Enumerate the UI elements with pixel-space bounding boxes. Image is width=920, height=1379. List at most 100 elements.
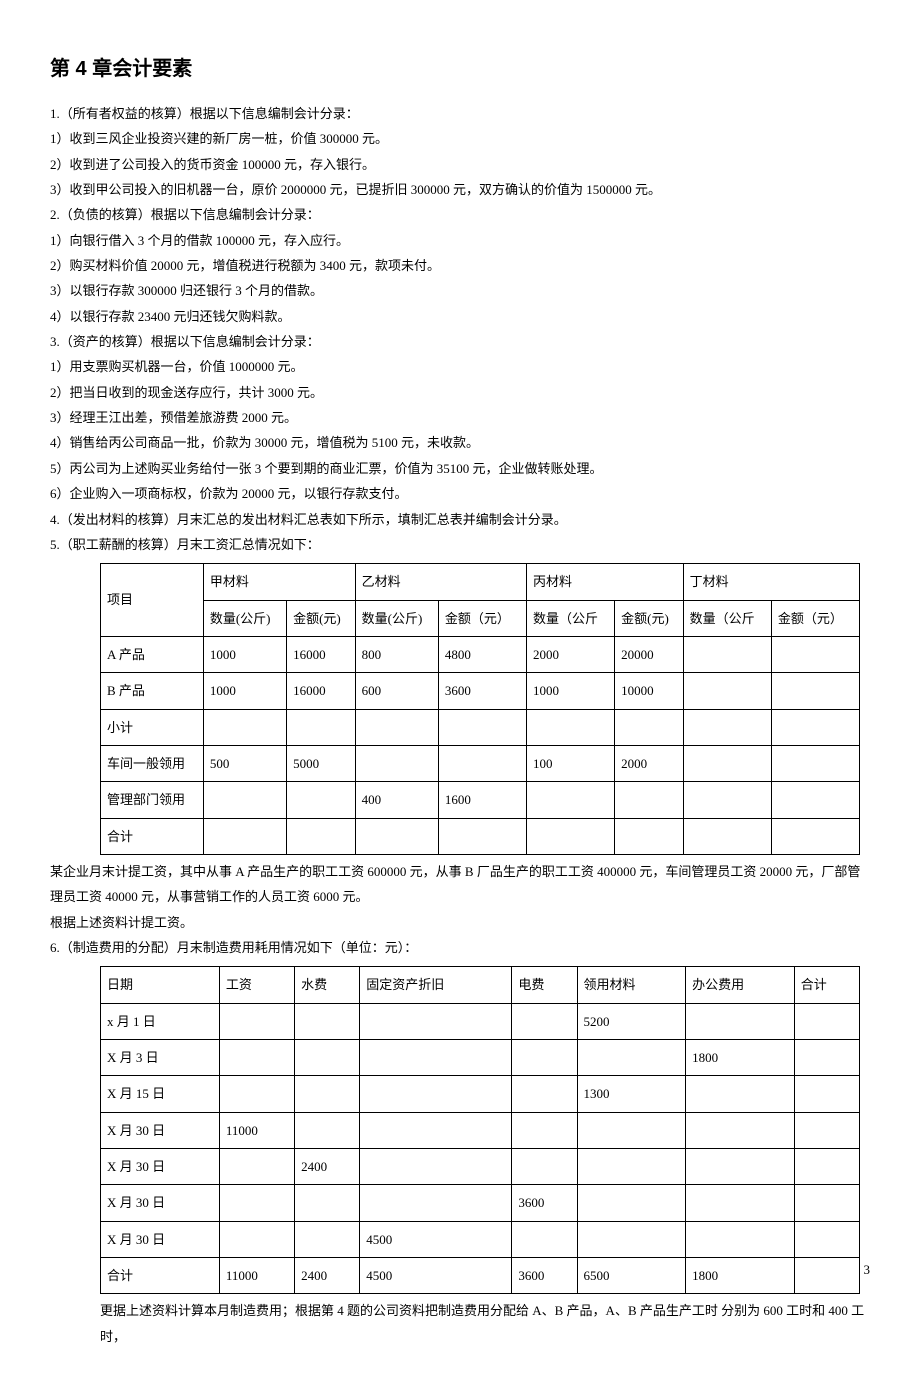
cell	[219, 1040, 294, 1076]
cell: X 月 30 日	[101, 1221, 220, 1257]
cell: 1600	[438, 782, 526, 818]
cell: 合计	[101, 1258, 220, 1294]
body-paragraph: 某企业月末计提工资，其中从事 A 产品生产的职工工资 600000 元，从事 B…	[50, 859, 870, 910]
cell	[615, 709, 684, 745]
cell	[287, 782, 356, 818]
cell: 1000	[203, 673, 286, 709]
cell	[203, 709, 286, 745]
cell	[686, 1185, 795, 1221]
cell: 2400	[295, 1258, 360, 1294]
body-paragraph: 1）向银行借入 3 个月的借款 100000 元，存入应行。	[50, 228, 870, 253]
group-yi: 乙材料	[355, 564, 526, 600]
expense-table: 日期工资水费固定资产折旧电费领用材料办公费用合计 x 月 1 日5200X 月 …	[100, 966, 860, 1294]
cell	[683, 636, 771, 672]
cell	[203, 818, 286, 854]
cell: 10000	[615, 673, 684, 709]
table-row: X 月 3 日 1800	[101, 1040, 860, 1076]
cell: 1000	[526, 673, 614, 709]
body-paragraph: 3）以银行存款 300000 归还银行 3 个月的借款。	[50, 278, 870, 303]
cell: X 月 30 日	[101, 1112, 220, 1148]
body-paragraph: 5）丙公司为上述购买业务给付一张 3 个要到期的商业汇票，价值为 35100 元…	[50, 456, 870, 481]
cell: 4500	[360, 1221, 512, 1257]
body-paragraph: 1.（所有者权益的核算）根据以下信息编制会计分录：	[50, 101, 870, 126]
body-paragraph: 3）收到甲公司投入的旧机器一台，原价 2000000 元，已提折旧 300000…	[50, 177, 870, 202]
cell	[683, 745, 771, 781]
cell	[219, 1221, 294, 1257]
cell: 3600	[512, 1258, 577, 1294]
chapter-heading: 第 4 章会计要素	[50, 50, 870, 89]
cell	[295, 1221, 360, 1257]
cell	[355, 745, 438, 781]
table-row: 合计1100024004500360065001800	[101, 1258, 860, 1294]
cell	[438, 709, 526, 745]
cell: 600	[355, 673, 438, 709]
cell	[615, 818, 684, 854]
cell	[771, 709, 859, 745]
cell: 5200	[577, 1003, 686, 1039]
cell	[203, 782, 286, 818]
body-paragraph: 5.（职工薪酬的核算）月末工资汇总情况如下：	[50, 532, 870, 557]
cell: X 月 3 日	[101, 1040, 220, 1076]
column-header: 固定资产折旧	[360, 967, 512, 1003]
cell: 5000	[287, 745, 356, 781]
table-row: X 月 30 日 4500	[101, 1221, 860, 1257]
cell: 400	[355, 782, 438, 818]
cell	[771, 782, 859, 818]
cell	[794, 1076, 859, 1112]
body-paragraph: 4.（发出材料的核算）月末汇总的发出材料汇总表如下所示，填制汇总表并编制会计分录…	[50, 507, 870, 532]
col-item: 项目	[101, 564, 204, 637]
cell: 2400	[295, 1149, 360, 1185]
cell: 1800	[686, 1040, 795, 1076]
cell: 11000	[219, 1258, 294, 1294]
page-number: 3	[864, 1257, 871, 1282]
cell	[686, 1076, 795, 1112]
cell: 4500	[360, 1258, 512, 1294]
group-jia: 甲材料	[203, 564, 355, 600]
table-row: x 月 1 日 5200	[101, 1003, 860, 1039]
cell	[683, 709, 771, 745]
body-paragraph: 4）销售给丙公司商品一批，价款为 30000 元，增值税为 5100 元，未收款…	[50, 430, 870, 455]
column-header: 办公费用	[686, 967, 795, 1003]
cell	[438, 818, 526, 854]
body-paragraph: 2）收到进了公司投入的货币资金 100000 元，存入银行。	[50, 152, 870, 177]
cell	[683, 782, 771, 818]
cell: 3600	[438, 673, 526, 709]
cell	[577, 1149, 686, 1185]
cell	[287, 818, 356, 854]
cell: 800	[355, 636, 438, 672]
cell	[512, 1003, 577, 1039]
cell: 1300	[577, 1076, 686, 1112]
body-paragraph: 3）经理王江出差，预借差旅游费 2000 元。	[50, 405, 870, 430]
cell	[360, 1076, 512, 1112]
cell: 20000	[615, 636, 684, 672]
cell	[683, 818, 771, 854]
column-header: 日期	[101, 967, 220, 1003]
row-label: A 产品	[101, 636, 204, 672]
body-paragraph: 2.（负债的核算）根据以下信息编制会计分录：	[50, 202, 870, 227]
group-ding: 丁材料	[683, 564, 859, 600]
cell	[686, 1149, 795, 1185]
column-header: 工资	[219, 967, 294, 1003]
cell	[771, 745, 859, 781]
cell: x 月 1 日	[101, 1003, 220, 1039]
cell	[577, 1112, 686, 1148]
cell	[771, 636, 859, 672]
body-paragraph: 2）购买材料价值 20000 元，增值税进行税额为 3400 元，款项未付。	[50, 253, 870, 278]
sub-amt: 金额（元）	[438, 600, 526, 636]
table-row: X 月 30 日11000	[101, 1112, 860, 1148]
table-row: X 月 30 日2400	[101, 1149, 860, 1185]
cell	[360, 1149, 512, 1185]
body-paragraph: 根据上述资料计提工资。	[50, 910, 870, 935]
sub-qty: 数量（公斤	[526, 600, 614, 636]
cell	[355, 709, 438, 745]
cell: 4800	[438, 636, 526, 672]
cell	[794, 1221, 859, 1257]
cell: 1800	[686, 1258, 795, 1294]
cell	[794, 1112, 859, 1148]
cell	[512, 1221, 577, 1257]
column-header: 合计	[794, 967, 859, 1003]
cell: 1000	[203, 636, 286, 672]
cell	[794, 1185, 859, 1221]
cell	[526, 818, 614, 854]
cell	[794, 1149, 859, 1185]
